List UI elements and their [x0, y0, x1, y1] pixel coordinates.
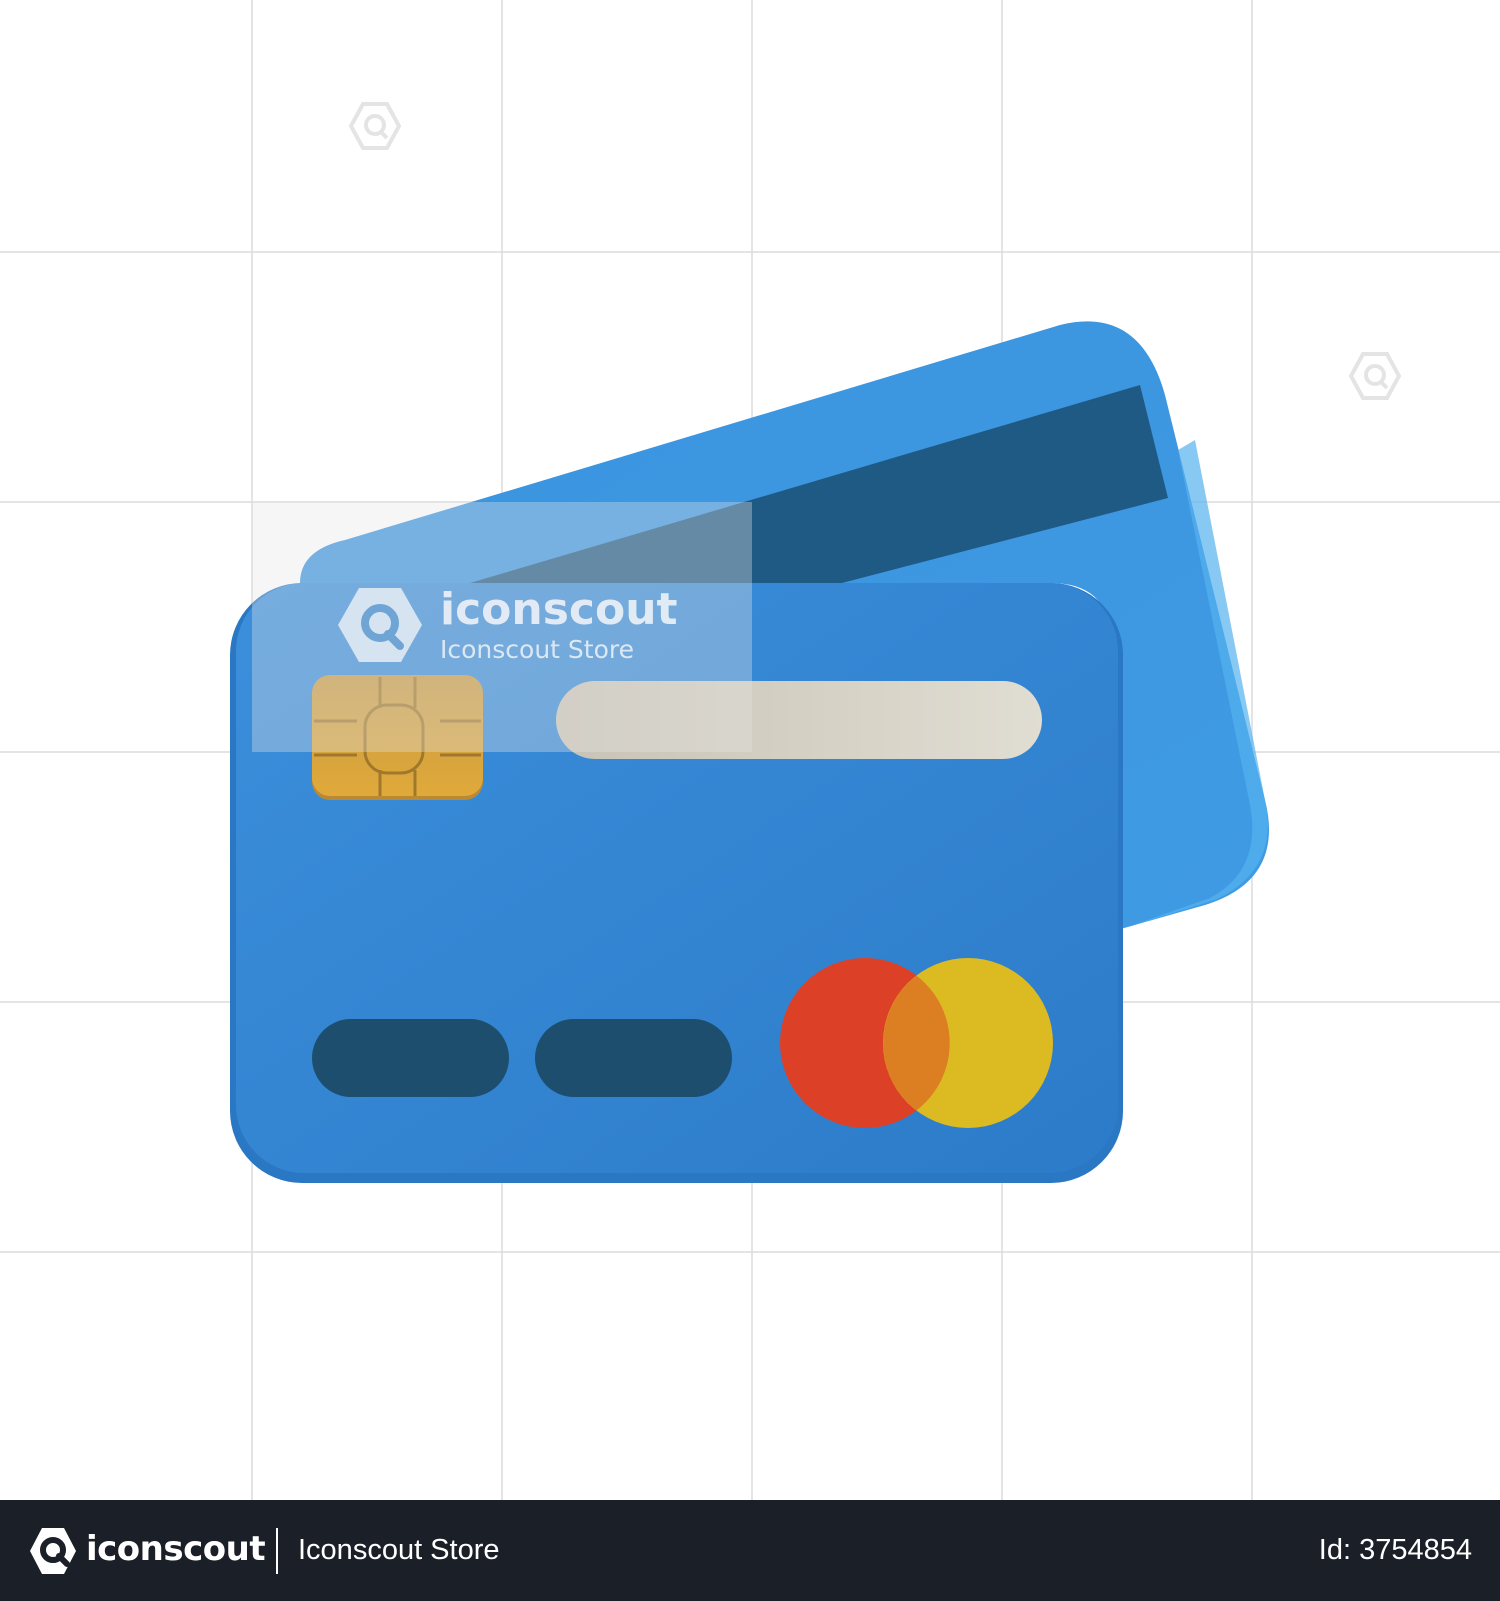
card-network-logo-icon	[780, 958, 1053, 1128]
footer-bar: iconscout Iconscout Store Id: 3754854	[0, 1500, 1500, 1601]
card-number-pill	[312, 1019, 509, 1097]
watermark-small-logo-icon	[348, 102, 402, 150]
watermark-small-logo-icon	[1348, 352, 1402, 400]
footer-brand[interactable]: iconscout	[86, 1522, 266, 1576]
image-canvas: iconscout Iconscout Store	[0, 0, 1500, 1500]
watermark-brand: iconscout	[440, 584, 678, 635]
footer-divider	[276, 1528, 278, 1574]
watermark-store: Iconscout Store	[440, 635, 634, 664]
iconscout-logo-icon	[30, 1528, 76, 1574]
footer-store-link[interactable]: Iconscout Store	[298, 1522, 500, 1578]
card-number-pill	[535, 1019, 732, 1097]
asset-id: Id: 3754854	[1318, 1534, 1472, 1566]
credit-cards-illustration: iconscout Iconscout Store	[0, 0, 1500, 1500]
